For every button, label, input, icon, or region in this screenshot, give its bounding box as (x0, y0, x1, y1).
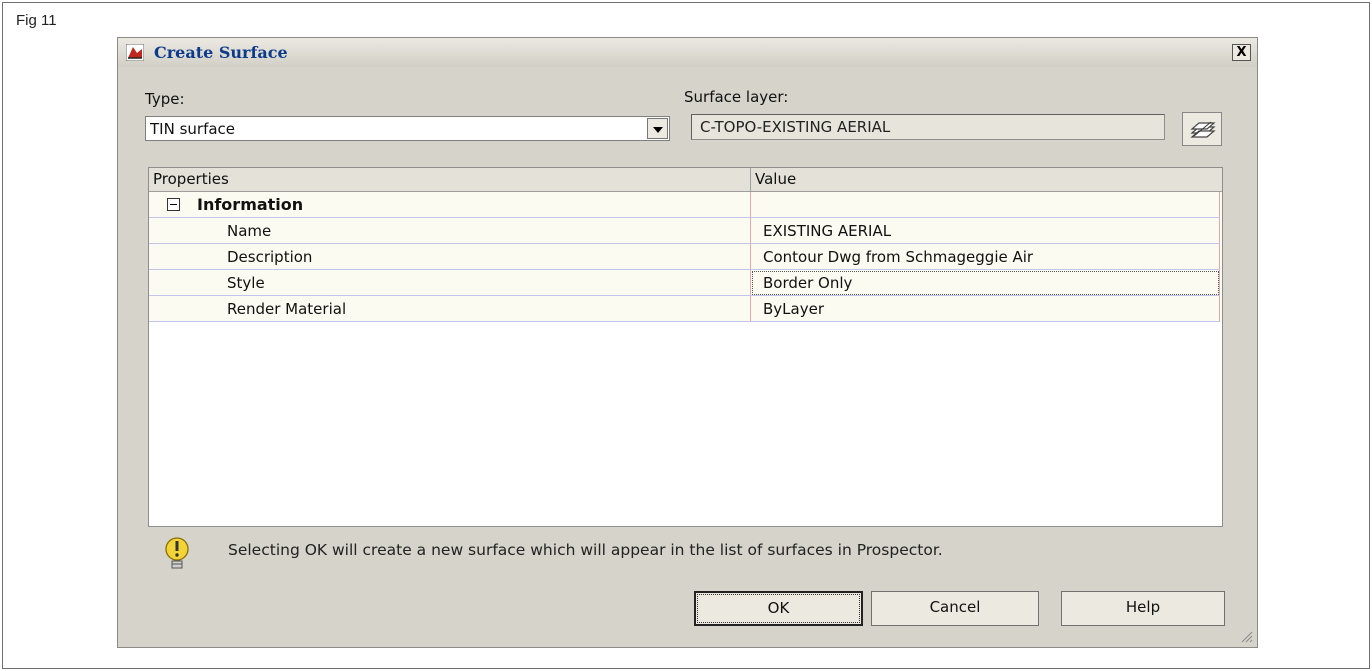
property-label: Description (227, 248, 313, 266)
property-label: Style (227, 274, 265, 292)
properties-grid: Properties Value Information Name EXISTI… (148, 167, 1223, 527)
type-dropdown[interactable]: TIN surface (145, 116, 670, 141)
property-value[interactable]: EXISTING AERIAL (763, 222, 891, 240)
type-label: Type: (145, 90, 185, 108)
collapse-icon[interactable] (167, 198, 180, 211)
resize-grip-icon[interactable] (1239, 629, 1253, 643)
layer-picker-button[interactable] (1182, 112, 1222, 146)
surface-layer-field: C-TOPO-EXISTING AERIAL (691, 114, 1165, 140)
cancel-button[interactable]: Cancel (871, 591, 1039, 626)
layers-icon (1190, 121, 1216, 138)
property-value[interactable]: Border Only (763, 274, 852, 292)
property-row-render-material[interactable]: Render Material ByLayer (149, 296, 1222, 322)
create-surface-dialog: Create Surface X Type: TIN surface Surfa… (117, 37, 1258, 648)
civil3d-app-icon (126, 44, 144, 61)
property-label: Name (227, 222, 272, 240)
surface-layer-value: C-TOPO-EXISTING AERIAL (700, 118, 891, 136)
properties-column-header[interactable]: Properties (149, 168, 751, 191)
ok-button[interactable]: OK (694, 591, 863, 626)
help-button[interactable]: Help (1061, 591, 1225, 626)
property-value[interactable]: ByLayer (763, 300, 824, 318)
lightbulb-warning-icon (165, 537, 189, 569)
property-row-style[interactable]: Style Border Only (149, 270, 1222, 296)
hint-text: Selecting OK will create a new surface w… (228, 541, 943, 559)
surface-layer-label: Surface layer: (684, 88, 789, 106)
value-column-header[interactable]: Value (751, 168, 1220, 191)
category-label: Information (197, 195, 304, 214)
dialog-title: Create Surface (154, 43, 288, 62)
property-row-name[interactable]: Name EXISTING AERIAL (149, 218, 1222, 244)
property-value[interactable]: Contour Dwg from Schmageggie Air (763, 248, 1033, 266)
close-button[interactable]: X (1232, 44, 1251, 61)
grid-header: Properties Value (149, 168, 1222, 192)
property-row-description[interactable]: Description Contour Dwg from Schmageggie… (149, 244, 1222, 270)
type-dropdown-value: TIN surface (150, 120, 236, 138)
dropdown-arrow-icon[interactable] (647, 118, 668, 139)
figure-label: Fig 11 (16, 12, 57, 29)
title-bar[interactable]: Create Surface X (118, 38, 1257, 67)
property-label: Render Material (227, 300, 347, 318)
category-row[interactable]: Information (149, 192, 1222, 218)
